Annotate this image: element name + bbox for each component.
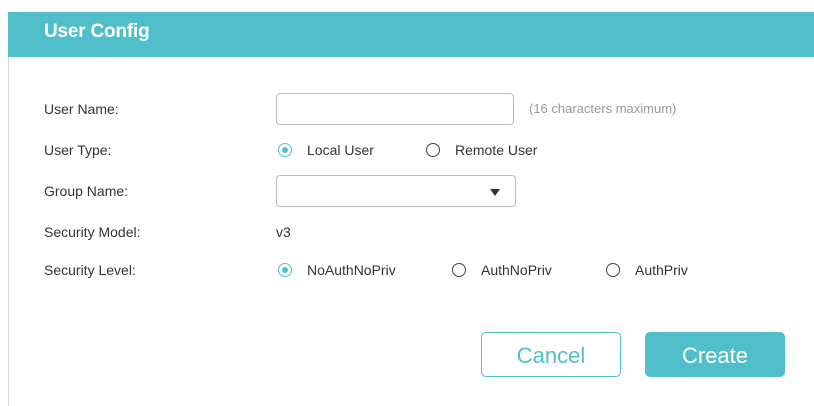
radio-unchecked-icon bbox=[426, 143, 440, 157]
radio-label: Remote User bbox=[455, 142, 538, 158]
user-type-local-radio[interactable]: Local User bbox=[278, 142, 374, 158]
security-level-label: Security Level: bbox=[44, 262, 136, 278]
caret-down-icon bbox=[490, 189, 500, 196]
radio-label: AuthNoPriv bbox=[481, 262, 552, 278]
security-level-authpriv-radio[interactable]: AuthPriv bbox=[606, 262, 688, 278]
security-model-label: Security Model: bbox=[44, 224, 141, 240]
panel-title: User Config bbox=[44, 21, 150, 42]
group-name-label: Group Name: bbox=[44, 183, 129, 199]
radio-label: AuthPriv bbox=[635, 262, 688, 278]
security-level-noauthnopriv-radio[interactable]: NoAuthNoPriv bbox=[278, 262, 396, 278]
user-name-input[interactable] bbox=[276, 93, 514, 125]
radio-checked-icon bbox=[278, 143, 292, 157]
user-name-hint: (16 characters maximum) bbox=[529, 101, 677, 116]
user-name-label: User Name: bbox=[44, 101, 119, 117]
radio-checked-icon bbox=[278, 263, 292, 277]
radio-label: Local User bbox=[307, 142, 374, 158]
create-button[interactable]: Create bbox=[645, 332, 785, 377]
security-model-value: v3 bbox=[276, 224, 291, 240]
user-type-label: User Type: bbox=[44, 142, 112, 158]
radio-label: NoAuthNoPriv bbox=[307, 262, 396, 278]
user-type-remote-radio[interactable]: Remote User bbox=[426, 142, 537, 158]
security-level-authnopriv-radio[interactable]: AuthNoPriv bbox=[452, 262, 552, 278]
radio-unchecked-icon bbox=[606, 263, 620, 277]
group-name-select[interactable] bbox=[276, 175, 516, 207]
cancel-button[interactable]: Cancel bbox=[481, 332, 621, 377]
panel-header: User Config bbox=[8, 12, 814, 57]
radio-unchecked-icon bbox=[452, 263, 466, 277]
